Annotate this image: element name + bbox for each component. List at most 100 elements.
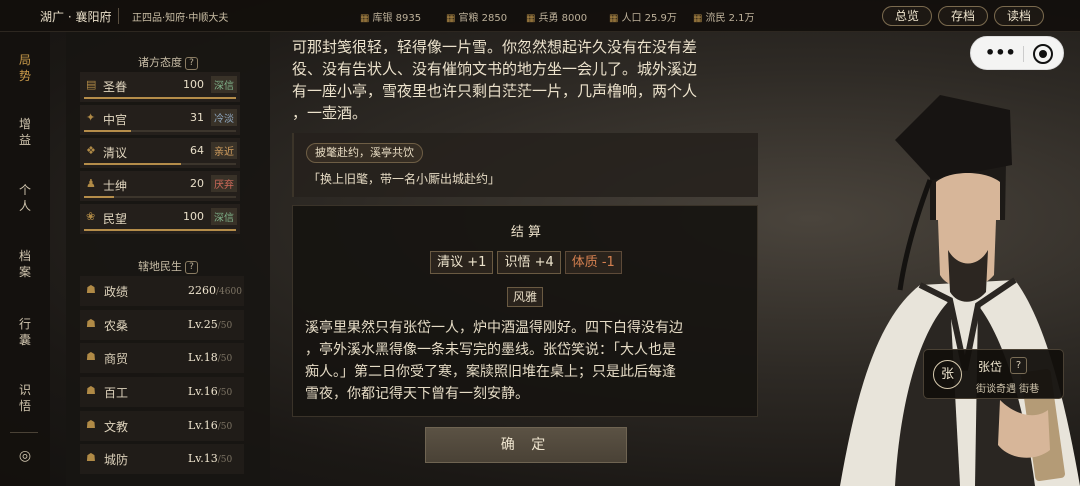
npc-tags: 街谈奇遇 街巷: [976, 384, 1040, 395]
stance-tag: 深信: [211, 76, 237, 93]
livelihood-name: 城防: [104, 453, 129, 467]
treasury-icon: ▦: [360, 13, 370, 24]
nav-archive[interactable]: 档案: [0, 248, 50, 280]
resource-refugees: ▦ 流民 2.1万: [693, 13, 755, 24]
confirm-button[interactable]: 确 定: [425, 427, 627, 463]
gentry-icon: ♟: [86, 177, 96, 190]
livelihood-value: Lv.16/50: [188, 419, 233, 432]
divider: [10, 432, 38, 433]
stance-bar: [84, 196, 236, 198]
stance-bar: [84, 229, 236, 231]
livelihood-name: 政绩: [104, 285, 129, 299]
people-icon: ❀: [86, 210, 96, 223]
stance-bar: [84, 97, 236, 99]
nav-buffs[interactable]: 增益: [0, 116, 50, 148]
game-screen: 湖广 · 襄阳府 正四品·知府·中顺大夫 ▦ 库银 8935 ▦ 官粮 2850 ▦…: [0, 0, 1080, 486]
location-label: 湖广 · 襄阳府: [40, 10, 112, 24]
stance-row[interactable]: ♟ 士绅 20 厌弃: [80, 171, 240, 201]
character-portrait: [840, 95, 1080, 486]
stance-bar: [84, 163, 236, 165]
stance-bar-fill: [84, 97, 236, 99]
stance-tag: 冷淡: [211, 109, 237, 126]
result-title: 结 算: [510, 225, 542, 240]
livelihood-row[interactable]: ☗ 商贸 Lv.18/50: [80, 343, 244, 373]
livelihood-row[interactable]: ☗ 文教 Lv.16/50: [80, 411, 244, 441]
divider: [1023, 46, 1024, 62]
stance-bar: [84, 130, 236, 132]
help-icon[interactable]: ?: [1010, 357, 1027, 374]
nav-bag[interactable]: 行囊: [0, 316, 50, 348]
population-icon: ▦: [609, 13, 619, 24]
effect-chip: 体质 -1: [564, 251, 622, 274]
livelihood-name: 农桑: [104, 319, 129, 333]
app-capsule: •••: [970, 36, 1064, 70]
eunuch-icon: ✦: [86, 111, 96, 124]
stance-value: 100: [183, 78, 204, 91]
stance-title: 诸方态度?: [66, 54, 270, 70]
livelihood-name: 文教: [104, 420, 129, 434]
chosen-option: 披氅赴约，溪亭共饮 「换上旧氅，带一名小厮出城赴约」: [292, 133, 758, 197]
livelihood-name: 百工: [104, 386, 129, 400]
resource-treasury: ▦ 库银 8935: [360, 13, 422, 24]
story-text: 可那封笺很轻，轻得像一片雪。你忽然想起许久没有在没有差 役、没有告状人、没有催饷…: [292, 32, 758, 132]
help-icon[interactable]: ?: [185, 56, 198, 70]
stance-row[interactable]: ❀ 民望 100 深信: [80, 204, 240, 234]
settings-icon[interactable]: ◎: [0, 448, 50, 464]
trade-icon: ☗: [86, 350, 96, 363]
livelihood-row[interactable]: ☗ 政绩 2260/4600: [80, 276, 244, 306]
nav-insight[interactable]: 识悟: [0, 382, 50, 414]
stance-value: 64: [190, 144, 204, 157]
livelihood-value: Lv.18/50: [188, 351, 233, 364]
avatar: 张: [933, 360, 962, 389]
more-icon[interactable]: •••: [985, 45, 1016, 62]
stance-bar-fill: [84, 130, 132, 132]
resource-grain: ▦ 官粮 2850: [446, 13, 508, 24]
stance-bar-fill: [84, 196, 115, 198]
livelihood-row[interactable]: ☗ 百工 Lv.16/50: [80, 377, 244, 407]
story-line: 可那封笺很轻，轻得像一片雪。你忽然想起许久没有在没有差: [292, 38, 698, 56]
livelihood-title: 辖地民生?: [66, 258, 270, 274]
stance-row[interactable]: ❖ 清议 64 亲近: [80, 138, 240, 168]
divider: [118, 8, 119, 24]
top-bar: 湖广 · 襄阳府 正四品·知府·中顺大夫 ▦ 库银 8935 ▦ 官粮 2850 ▦…: [0, 0, 1080, 32]
story-line: ，一壶酒。: [292, 104, 368, 122]
stance-name: 圣眷: [103, 80, 128, 94]
stance-tag: 深信: [211, 208, 237, 225]
livelihood-row[interactable]: ☗ 城防 Lv.13/50: [80, 444, 244, 474]
npc-card[interactable]: 张 张岱 ? 街谈奇遇 街巷: [923, 349, 1064, 399]
nav-situation[interactable]: 局势: [0, 52, 50, 84]
livelihood-row[interactable]: ☗ 农桑 Lv.25/50: [80, 310, 244, 340]
trait-badge: 风雅: [507, 287, 544, 307]
livelihood-name: 商贸: [104, 352, 129, 366]
stance-value: 100: [183, 210, 204, 223]
stance-row[interactable]: ▤ 圣眷 100 深信: [80, 72, 240, 102]
story-line: 有一座小亭，雪夜里也许只剩白茫茫一片，几声橹响，两个人: [292, 82, 698, 100]
livelihood-value: 2260/4600: [188, 284, 242, 297]
merit-icon: ☗: [86, 283, 96, 296]
story-line: 役、没有告状人、没有催饷文书的地方坐一会儿了。城外溪边: [292, 60, 698, 78]
save-button[interactable]: 存档: [938, 6, 988, 26]
choice-tag: 披氅赴约，溪亭共饮: [306, 143, 423, 163]
official-icon: ▦: [446, 13, 456, 24]
stance-row[interactable]: ✦ 中官 31 冷淡: [80, 105, 240, 135]
nav-personal[interactable]: 个人: [0, 182, 50, 214]
education-icon: ☗: [86, 418, 96, 431]
overview-button[interactable]: 总览: [882, 6, 932, 26]
livelihood-value: Lv.16/50: [188, 385, 233, 398]
livelihood-value: Lv.13/50: [188, 452, 233, 465]
status-panel: 诸方态度? ▤ 圣眷 100 深信 ✦ 中官 31 冷淡 ❖ 清议 64 亲近 …: [66, 32, 270, 486]
stance-name: 中官: [103, 113, 128, 127]
result-panel: 结 算 清议 +1 识悟 +4 体质 -1 风雅 溪亭里果然只有张岱一人，炉中酒…: [292, 205, 758, 417]
load-button[interactable]: 读档: [994, 6, 1044, 26]
stance-bar-fill: [84, 163, 182, 165]
rank-label: 正四品·知府·中顺大夫: [132, 13, 229, 24]
close-circle-icon[interactable]: [1033, 44, 1053, 64]
defense-icon: ☗: [86, 451, 96, 464]
crafts-icon: ☗: [86, 384, 96, 397]
livelihood-value: Lv.25/50: [188, 318, 233, 331]
choice-text: 「换上旧氅，带一名小厮出城赴约」: [308, 172, 501, 186]
help-icon[interactable]: ?: [185, 260, 198, 274]
effect-chip: 清议 +1: [430, 251, 494, 274]
result-text: 溪亭里果然只有张岱一人，炉中酒温得刚好。四下白得没有边 ，亭外溪水黑得像一条未写…: [305, 320, 683, 402]
resource-population: ▦ 人口 25.9万: [609, 13, 677, 24]
